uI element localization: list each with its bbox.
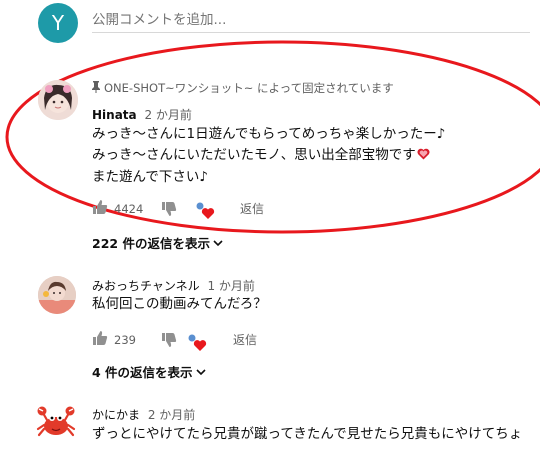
comment-line: みっき～さんに1日遊んでもらってめっちゃ楽しかったー♪ [92,126,446,142]
comment-time[interactable]: 2 か月前 [144,108,191,122]
like-button[interactable]: 239 [92,330,136,350]
avatar-image [38,276,76,314]
like-count: 239 [114,333,136,347]
comment-header: みおっちチャンネル 1 か月前 [92,277,255,294]
pinned-text: ONE-SHOT~ワンショット~ によって固定されています [104,81,394,95]
chevron-down-icon [195,364,206,379]
user-avatar-letter: Y [51,11,65,35]
like-button[interactable]: 4424 [92,199,143,219]
comment-author[interactable]: かにかま [92,408,140,422]
comment-text: ずっとにやけてたら兄貴が蹴ってきたんで見せたら兄貴もにやけてちょ [92,424,536,445]
view-replies-label: 4 件の返信を表示 [92,365,193,380]
reply-button[interactable]: 返信 [233,331,257,348]
user-avatar[interactable]: Y [38,3,78,43]
comment-line: みっき～さんにいただいたモノ、思い出全部宝物です [92,145,445,167]
comment-avatar[interactable] [36,405,76,441]
comment-avatar[interactable] [38,276,76,314]
view-replies-label: 222 件の返信を表示 [92,236,210,251]
comment-line: 私何回この動画みてんだろ？ [92,296,267,312]
thumbs-down-icon [161,332,177,352]
comment-time[interactable]: 2 か月前 [148,408,195,422]
like-count: 4424 [114,202,144,216]
comment-line: また遊んで下さい♪ [92,169,208,185]
dislike-button[interactable] [161,201,177,221]
comment-author[interactable]: Hinata [92,108,137,122]
comment-header: Hinata 2 か月前 [92,106,192,123]
heart-emoji-icon [417,146,430,167]
view-replies-button[interactable]: 222 件の返信を表示 [92,233,223,252]
thumbs-up-icon [92,199,108,219]
thumbs-down-icon [161,201,177,221]
comment-text: みっき～さんに1日遊んでもらってめっちゃ楽しかったー♪ みっき～さんにいただいた… [92,124,445,188]
thumbs-up-icon [92,330,108,350]
crab-icon [36,406,76,445]
creator-heart [188,334,208,356]
view-replies-button[interactable]: 4 件の返信を表示 [92,362,206,381]
add-comment-input[interactable]: 公開コメントを追加... [92,8,530,33]
add-comment-placeholder: 公開コメントを追加... [92,12,227,28]
chevron-down-icon [213,235,223,250]
comment-line: ずっとにやけてたら兄貴が蹴ってきたんで見せたら兄貴もにやけてちょ [92,426,523,442]
creator-heart-icon [188,334,208,356]
creator-heart-icon [196,202,216,224]
pin-icon [92,80,100,96]
dislike-button[interactable] [161,332,177,352]
comment-author[interactable]: みおっちチャンネル [92,279,200,293]
creator-heart [196,202,216,224]
avatar-image [38,80,78,120]
comment-time[interactable]: 1 か月前 [207,279,254,293]
pinned-label: ONE-SHOT~ワンショット~ によって固定されています [92,80,394,96]
comment-avatar[interactable] [38,80,78,120]
reply-button[interactable]: 返信 [240,200,264,217]
comment-header: かにかま 2 か月前 [92,406,195,423]
comment-text: 私何回この動画みてんだろ？ [92,294,267,315]
